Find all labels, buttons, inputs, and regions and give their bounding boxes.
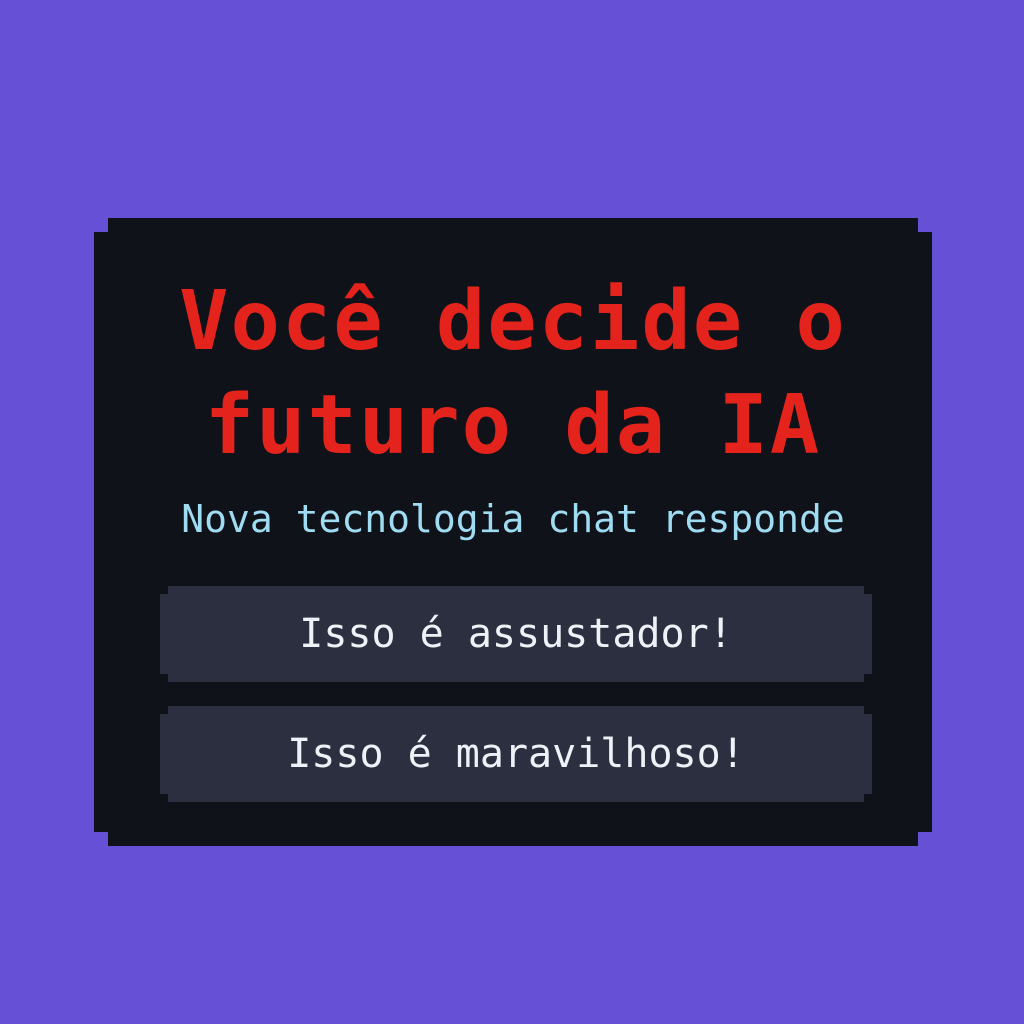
dialog-panel: Você decide o futuro da IA Nova tecnologi… — [94, 218, 932, 846]
dialog-title: Você decide o futuro da IA — [94, 270, 932, 478]
choice-button-wonderful[interactable]: Isso é maravilhoso! — [160, 706, 872, 802]
dialog-title-line-1: Você decide o — [179, 274, 847, 369]
dialog-subtitle: Nova tecnologia chat responde — [181, 497, 845, 541]
choice-button-scary[interactable]: Isso é assustador! — [160, 586, 872, 682]
choice-label: Isso é assustador! — [299, 611, 733, 657]
choice-label: Isso é maravilhoso! — [287, 731, 745, 777]
dialog-title-line-2: futuro da IA — [204, 378, 822, 473]
